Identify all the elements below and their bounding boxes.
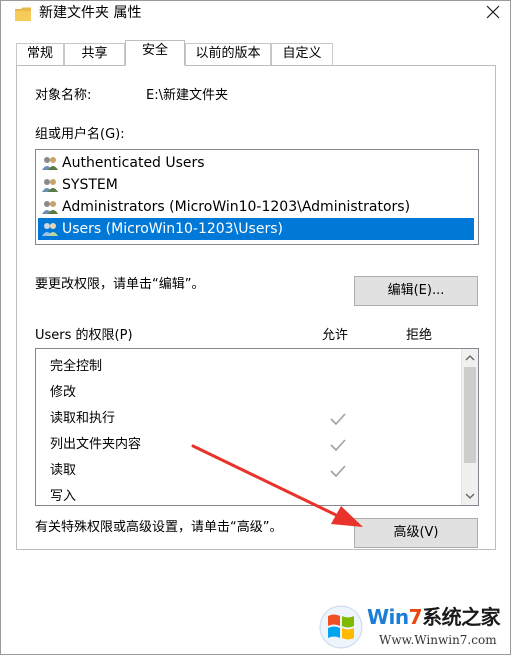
watermark-brand-part1: Win bbox=[367, 605, 409, 629]
watermark-brand-part2: 7 bbox=[408, 605, 423, 629]
watermark: Win7系统之家 Www.Winwin7.com bbox=[319, 602, 509, 654]
properties-window: 新建文件夹 属性 常规 共享 安全 以前的版本 自定义 对象名称: E:\新建文… bbox=[0, 0, 511, 655]
annotation-arrow bbox=[191, 444, 363, 527]
watermark-brand: Win7系统之家 bbox=[367, 604, 501, 630]
watermark-brand-part3: 系统之家 bbox=[422, 605, 501, 629]
windows-logo-icon bbox=[319, 605, 363, 649]
watermark-url: Www.Winwin7.com bbox=[379, 633, 497, 647]
tab-security[interactable]: 安全 bbox=[125, 40, 185, 66]
